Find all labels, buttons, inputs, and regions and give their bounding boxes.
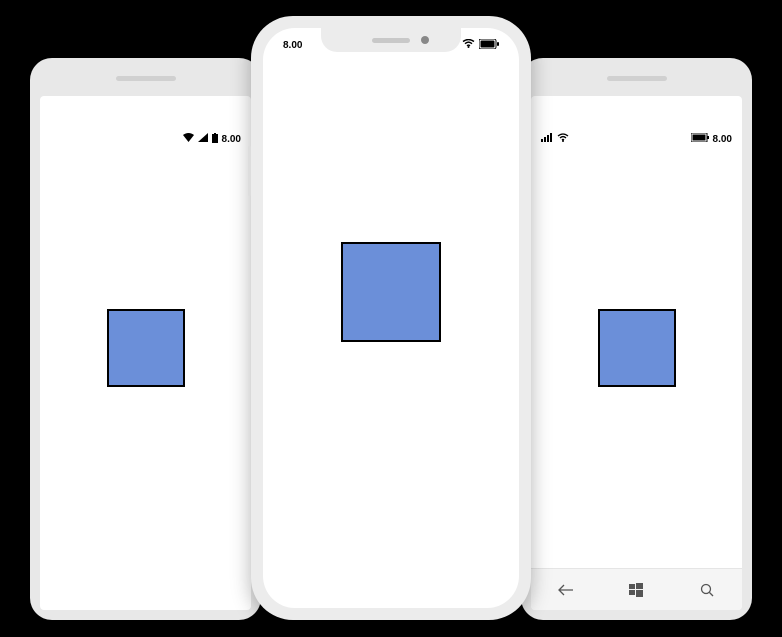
blue-square-shape	[341, 242, 441, 342]
status-time: 8.00	[713, 134, 732, 145]
battery-icon	[479, 39, 499, 52]
ios-screen: 8.00	[263, 28, 519, 608]
cellular-signal-icon	[198, 133, 208, 145]
windows-home-button[interactable]	[616, 569, 656, 610]
earpiece-speaker	[116, 76, 176, 81]
android-phone-frame: 8.00	[30, 58, 261, 620]
status-time: 8.00	[222, 134, 241, 145]
back-button[interactable]	[546, 569, 586, 610]
battery-icon	[212, 133, 218, 146]
blue-square-shape	[107, 309, 185, 387]
windows-screen: 8.00	[531, 96, 742, 610]
status-left-group	[541, 133, 569, 145]
android-screen: 8.00	[40, 96, 251, 610]
battery-icon	[691, 133, 709, 145]
wifi-icon	[462, 39, 475, 51]
earpiece-speaker	[607, 76, 667, 81]
ios-phone-frame: 8.00	[251, 16, 531, 620]
notch-speaker	[372, 38, 410, 43]
windows-phone-frame: 8.00	[521, 58, 752, 620]
search-button[interactable]	[687, 569, 727, 610]
android-status-bar: 8.00	[40, 130, 251, 148]
iphone-notch	[321, 28, 461, 52]
wifi-icon	[557, 133, 569, 145]
blue-square-shape	[598, 309, 676, 387]
status-right-group: 8.00	[691, 133, 732, 145]
cellular-signal-icon	[541, 133, 553, 145]
notch-camera	[421, 36, 429, 44]
side-button	[248, 146, 251, 196]
windows-nav-bar	[531, 568, 742, 610]
windows-status-bar: 8.00	[531, 130, 742, 148]
status-time: 8.00	[283, 40, 302, 51]
wifi-icon	[183, 133, 194, 145]
